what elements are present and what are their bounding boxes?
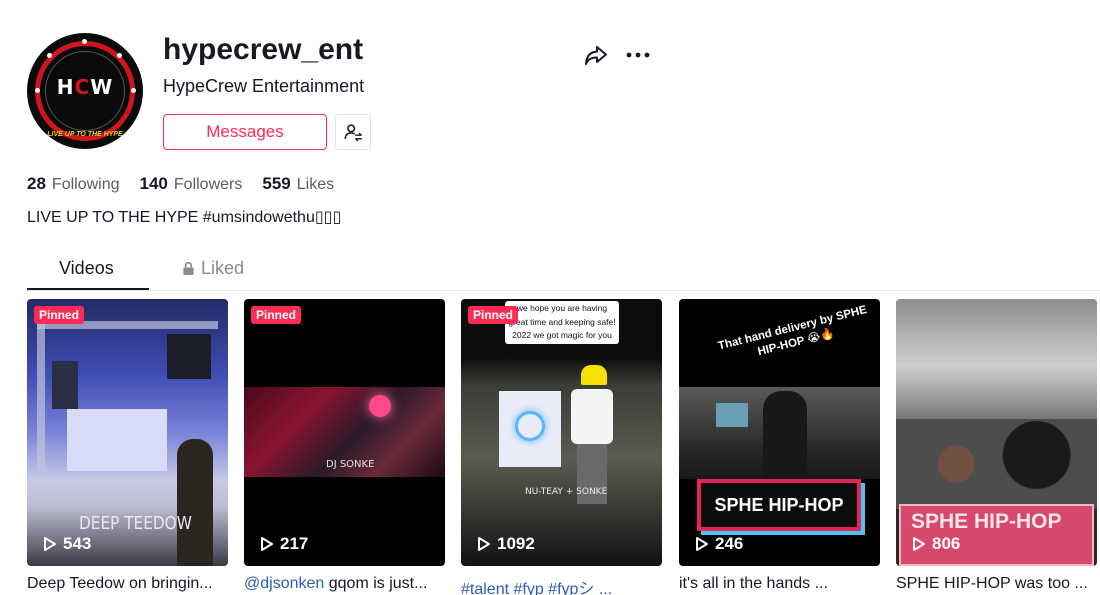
video-overlay-text: That hand delivery by SPHE HIP-HOP 😭🔥: [717, 303, 869, 359]
video-card[interactable]: we hope you are having great time and ke…: [461, 299, 662, 595]
view-count-value: 1092: [497, 534, 535, 553]
play-icon: [696, 537, 708, 551]
avatar-monogram: HCW: [56, 75, 114, 99]
play-icon: [44, 537, 56, 551]
speaker: [52, 361, 78, 409]
lock-icon: [183, 261, 194, 275]
video-caption[interactable]: #talent #fyp #fypシ ...: [461, 575, 662, 595]
pinned-badge: Pinned: [34, 306, 85, 324]
view-count: 1092: [477, 534, 535, 554]
play-icon: [261, 537, 273, 551]
tab-videos[interactable]: Videos: [59, 258, 114, 279]
view-count: 543: [43, 534, 91, 554]
messages-button[interactable]: Messages: [163, 114, 327, 150]
following-count: 28: [27, 174, 46, 193]
view-count: 806: [912, 534, 960, 554]
monitor: [716, 403, 748, 427]
tab-liked[interactable]: Liked: [182, 258, 244, 279]
caption-mention[interactable]: @djsonken: [244, 575, 324, 592]
pinned-badge: Pinned: [251, 306, 302, 324]
speaker: [167, 334, 211, 379]
dancer-shirt: [571, 389, 613, 444]
video-overlay-text: NU-TEAY + SONKE: [525, 487, 608, 497]
likes-count: 559: [262, 174, 291, 193]
followers-stat[interactable]: 140 Followers: [140, 174, 243, 194]
stage-truss: [37, 321, 45, 471]
caption-hashtags[interactable]: #talent #fyp #fypシ ...: [461, 581, 612, 595]
following-label: Following: [51, 176, 120, 193]
play-icon: [913, 537, 925, 551]
dj-booth: [67, 409, 167, 471]
pinned-badge: Pinned: [468, 306, 519, 324]
video-caption[interactable]: @djsonken gqom is just...: [244, 575, 445, 593]
caption-text: gqom is just...: [324, 575, 428, 592]
avatar-tagline: LIVE UP TO THE HYPE: [47, 131, 123, 138]
likes-label: Likes: [296, 176, 335, 193]
tab-liked-label: Liked: [201, 258, 245, 278]
neon-logo: [515, 411, 545, 441]
more-options-button[interactable]: [624, 42, 652, 68]
video-sign-text: SPHE HIP-HOP: [697, 479, 861, 531]
likes-stat: 559 Likes: [262, 174, 334, 194]
profile-bio: LIVE UP TO THE HYPE #umsindowethu▯▯▯: [27, 209, 342, 226]
video-card[interactable]: SPHE HIP-HOP 806 SPHE HIP-HOP was too ..…: [896, 299, 1097, 593]
avatar-dot: [82, 39, 87, 44]
person-silhouette: [763, 391, 807, 479]
video-thumbnail[interactable]: That hand delivery by SPHE HIP-HOP 😭🔥 SP…: [679, 299, 880, 566]
view-count-value: 806: [932, 534, 961, 553]
video-overlay-text: DEEP TEEDOW: [79, 513, 192, 534]
video-thumbnail[interactable]: we hope you are having great time and ke…: [461, 299, 662, 566]
profile-tabs: Videos Liked: [27, 252, 1100, 291]
video-card[interactable]: DEEP TEEDOW Pinned 543 Deep Teedow on br…: [27, 299, 228, 593]
view-count-value: 246: [715, 534, 744, 553]
view-count: 217: [260, 534, 308, 554]
following-stat[interactable]: 28 Following: [27, 174, 120, 194]
video-text-bubble: we hope you are having great time and ke…: [505, 301, 619, 344]
profile-display-name: HypeCrew Entertainment: [163, 76, 365, 96]
video-thumbnail[interactable]: DEEP TEEDOW Pinned 543: [27, 299, 228, 566]
followers-label: Followers: [173, 176, 243, 193]
tab-videos-label: Videos: [59, 258, 114, 278]
person-silhouette: [177, 439, 213, 566]
view-count-value: 217: [280, 534, 309, 553]
video-overlay-text: DJ SONKE: [326, 459, 375, 470]
video-thumbnail[interactable]: DJ SONKE Pinned 217: [244, 299, 445, 566]
video-caption[interactable]: SPHE HIP-HOP was too ...: [896, 575, 1097, 593]
video-card[interactable]: That hand delivery by SPHE HIP-HOP 😭🔥 SP…: [679, 299, 880, 593]
play-icon: [478, 537, 490, 551]
video-grid: DEEP TEEDOW Pinned 543 Deep Teedow on br…: [27, 299, 1100, 595]
share-arrow-icon: [585, 46, 607, 65]
video-card[interactable]: DJ SONKE Pinned 217 @djsonken gqom is ju…: [244, 299, 445, 593]
view-count-value: 543: [63, 534, 92, 553]
active-tab-indicator: [27, 288, 149, 290]
stage-light: [369, 395, 391, 417]
video-caption[interactable]: it's all in the hands ...: [679, 575, 880, 593]
user-swap-icon: [344, 124, 362, 142]
share-button[interactable]: [583, 42, 609, 68]
follow-user-button[interactable]: [335, 114, 371, 150]
video-caption[interactable]: Deep Teedow on bringin...: [27, 575, 228, 593]
avatar-dot: [117, 53, 122, 58]
profile-avatar: HCW LIVE UP TO THE HYPE: [27, 33, 143, 149]
profile-stats: 28 Following 140 Followers 559 Likes: [27, 174, 334, 194]
crowd-scene: [896, 419, 1097, 509]
view-count: 246: [695, 534, 743, 554]
video-thumbnail[interactable]: SPHE HIP-HOP 806: [896, 299, 1097, 566]
ellipsis-icon: [626, 52, 650, 58]
dancer-hat: [581, 365, 607, 385]
avatar-dot: [47, 53, 52, 58]
followers-count: 140: [139, 174, 168, 193]
profile-username: hypecrew_ent: [163, 33, 364, 66]
